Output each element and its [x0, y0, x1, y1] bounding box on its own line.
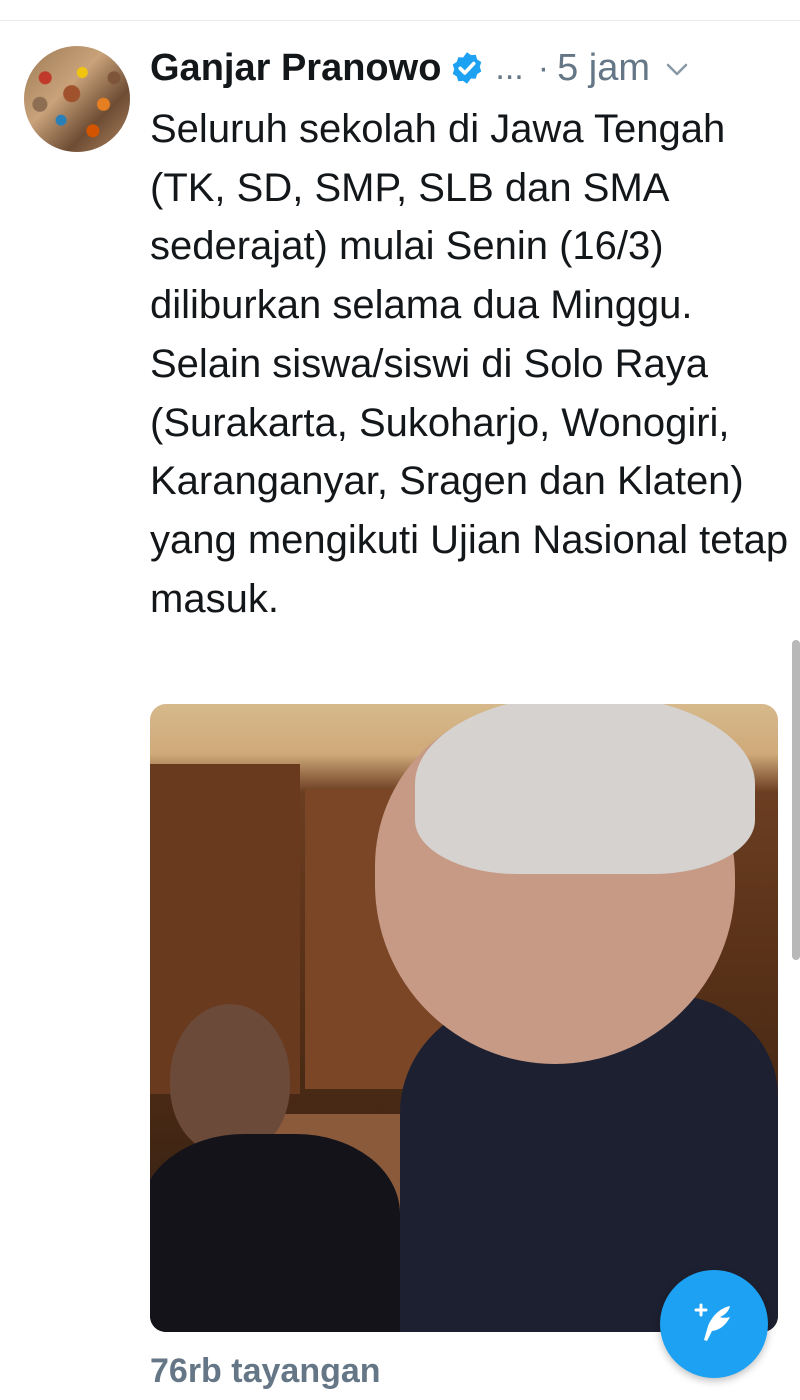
compose-tweet-icon [694, 1303, 730, 1341]
background-person-head [170, 1004, 290, 1154]
tweet-text: Seluruh sekolah di Jawa Tengah (TK, SD, … [150, 107, 789, 621]
verified-badge-icon [453, 52, 482, 84]
header-separator: · [537, 48, 550, 87]
main-person-hair [415, 704, 755, 874]
avatar[interactable] [24, 46, 130, 152]
scrollbar[interactable] [792, 640, 800, 960]
chevron-down-icon[interactable] [666, 63, 688, 77]
author-handle: ... [495, 48, 524, 87]
tweet-header: Ganjar Pranowo ... · 5 jam [150, 40, 688, 96]
author-name[interactable]: Ganjar Pranowo [150, 47, 441, 90]
background-person-body [150, 1134, 400, 1332]
tweet-media-photo[interactable] [150, 704, 778, 1332]
compose-tweet-button[interactable] [660, 1270, 768, 1378]
top-divider [0, 20, 800, 21]
view-count: 76rb tayangan [150, 1352, 381, 1390]
tweet-timestamp[interactable]: 5 jam [557, 47, 650, 90]
